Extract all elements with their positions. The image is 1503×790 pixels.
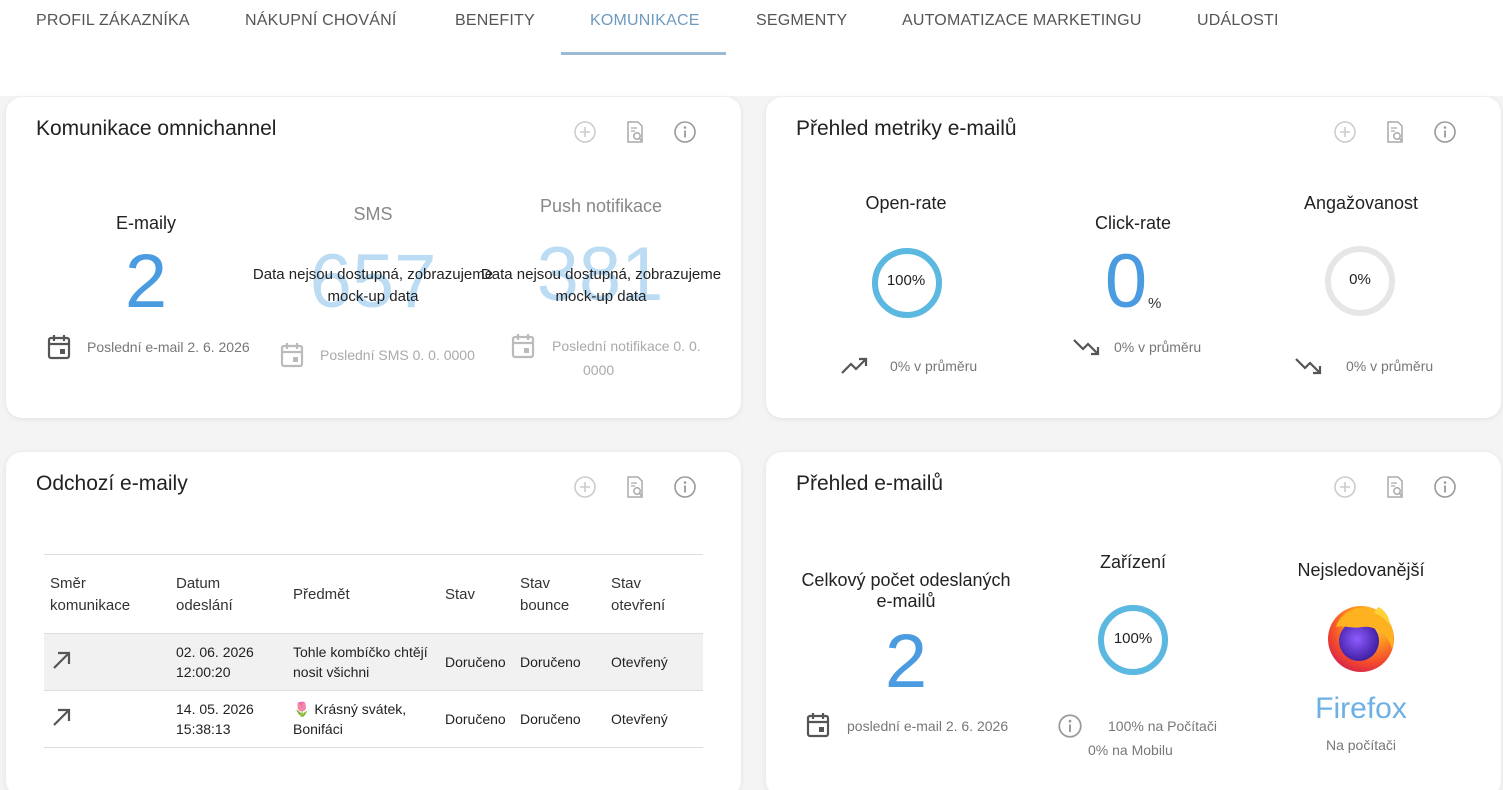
column-header-date[interactable]: Datum odeslání [170, 554, 287, 634]
push-label: Push notifikace [539, 196, 663, 216]
info-icon[interactable] [672, 474, 698, 500]
opened-cell: Otevřený [605, 633, 703, 691]
document-search-icon[interactable] [1382, 474, 1408, 500]
document-search-icon[interactable] [622, 119, 648, 145]
last-email-date: poslední e-mail 2. 6. 2026 [847, 718, 1009, 734]
calendar-icon [805, 711, 831, 739]
engagement-label: Angažovanost [1303, 193, 1419, 213]
info-icon[interactable] [672, 119, 698, 145]
sent-date: 14. 05. 2026 [176, 701, 254, 717]
engagement-trend: 0% v průměru [1346, 358, 1434, 374]
tabs-spacer [0, 56, 1503, 96]
mobile-share: 0% na Mobilu [1088, 742, 1173, 758]
click-rate-value: 0 [1104, 239, 1148, 324]
card-title: Přehled metriky e-mailů [796, 117, 1017, 140]
outgoing-arrow-icon [50, 648, 74, 672]
card-title: Přehled e-mailů [796, 472, 944, 495]
column-header-subject[interactable]: Předmět [287, 554, 439, 634]
sent-time: 15:38:13 [176, 721, 231, 737]
info-icon[interactable] [1432, 119, 1458, 145]
calendar-icon [279, 341, 305, 369]
top-browser-platform: Na počítači [1325, 737, 1397, 753]
status-cell: Doručeno [439, 633, 514, 691]
engagement-value: 0% [1349, 271, 1371, 288]
card-actions [572, 474, 698, 500]
bounce-cell: Doručeno [514, 633, 605, 691]
last-sms-date: Poslední SMS 0. 0. 0000 [320, 347, 475, 363]
sent-time: 12:00:20 [176, 664, 231, 680]
outgoing-emails-card: Odchozí e-maily Směr komunikace Datum odes… [6, 452, 741, 790]
column-header-opened[interactable]: Stav otevření [605, 554, 703, 634]
add-icon[interactable] [572, 119, 598, 145]
emails-count: 2 [124, 239, 168, 324]
add-icon[interactable] [1332, 474, 1358, 500]
column-header-status[interactable]: Stav [439, 554, 514, 634]
subject: 🌷 Krásný svátek, [293, 701, 407, 717]
calendar-icon [46, 333, 72, 361]
most-tracked-label: Nejsledovanější [1297, 560, 1425, 580]
device-value: 100% [1113, 630, 1153, 647]
subject: Tohle kombíčko chtějí [293, 644, 428, 660]
subject-cont: nosit všichni [293, 664, 370, 680]
tab-benefits[interactable]: BENEFITY [455, 0, 535, 56]
add-icon[interactable] [1332, 119, 1358, 145]
click-rate-trend: 0% v průměru [1114, 339, 1202, 355]
table-header-row: Směr komunikace Datum odeslání Předmět Sta… [44, 554, 703, 634]
trend-up-icon [840, 356, 870, 376]
total-sent-count: 2 [884, 619, 928, 704]
click-rate-label: Click-rate [1094, 213, 1171, 233]
open-rate-label: Open-rate [865, 193, 947, 213]
outgoing-emails-table: Směr komunikace Datum odeslání Předmět Sta… [44, 554, 703, 748]
last-email-date: Poslední e-mail 2. 6. 2026 [87, 339, 250, 355]
email-metrics-card: Přehled metriky e-mailů Open-rate 100% 0… [766, 97, 1501, 418]
emails-label: E-maily [115, 213, 176, 233]
open-rate-value: 100% [886, 272, 926, 289]
subject-cont: Bonifáci [293, 721, 343, 737]
click-rate-unit: % [1148, 295, 1162, 312]
sms-label: SMS [353, 204, 393, 224]
card-actions [572, 119, 698, 145]
info-icon[interactable] [1432, 474, 1458, 500]
bounce-cell: Doručeno [514, 690, 605, 748]
tab-segments[interactable]: SEGMENTY [756, 0, 847, 56]
firefox-logo-icon [1328, 606, 1394, 672]
tab-purchase-behavior[interactable]: NÁKUPNÍ CHOVÁNÍ [245, 0, 396, 56]
card-actions [1332, 119, 1458, 145]
table-row[interactable]: 02. 06. 2026 12:00:20 Tohle kombíčko chtě… [44, 633, 703, 691]
document-search-icon[interactable] [1382, 119, 1408, 145]
active-tab-indicator [561, 52, 726, 55]
add-icon[interactable] [572, 474, 598, 500]
card-title: Komunikace omnichannel [36, 117, 277, 140]
top-browser-name: Firefox [1315, 692, 1407, 725]
email-overview-card: Přehled e-mailů Celkový počet odeslaných… [766, 452, 1501, 790]
opened-cell: Otevřený [605, 690, 703, 748]
sms-mockup-notice: Data nejsou dostupná, zobrazujeme mock-u… [252, 266, 494, 305]
card-title: Odchozí e-maily [36, 472, 188, 495]
info-icon[interactable] [1056, 712, 1084, 740]
last-push-date-line1: Poslední notifikace 0. 0. [552, 338, 701, 354]
trend-down-icon [1294, 356, 1324, 376]
tab-marketing-automation[interactable]: AUTOMATIZACE MARKETINGU [902, 0, 1142, 56]
column-header-bounce[interactable]: Stav bounce [514, 554, 605, 634]
tab-events[interactable]: UDÁLOSTI [1197, 0, 1279, 56]
column-header-direction[interactable]: Směr komunikace [44, 554, 170, 634]
omnichannel-card: Komunikace omnichannel E-maily 2 Posledn… [6, 97, 741, 418]
total-sent-label: Celkový počet odeslaných e-mailů [801, 570, 1011, 611]
tab-bar: PROFIL ZÁKAZNÍKA NÁKUPNÍ CHOVÁNÍ BENEFIT… [0, 0, 1503, 56]
table-row[interactable]: 14. 05. 2026 15:38:13 🌷 Krásný svátek, Bon… [44, 690, 703, 748]
trend-down-icon [1072, 337, 1102, 357]
document-search-icon[interactable] [622, 474, 648, 500]
last-push-date-line2: 0000 [583, 362, 615, 378]
card-actions [1332, 474, 1458, 500]
tab-customer-profile[interactable]: PROFIL ZÁKAZNÍKA [36, 0, 190, 56]
outgoing-arrow-icon [50, 705, 74, 729]
sent-date: 02. 06. 2026 [176, 644, 254, 660]
tab-communication[interactable]: KOMUNIKACE [590, 0, 700, 56]
device-label: Zařízení [1099, 552, 1167, 572]
status-cell: Doručeno [439, 690, 514, 748]
open-rate-trend: 0% v průměru [890, 358, 978, 374]
calendar-icon [510, 332, 536, 360]
desktop-share: 100% na Počítači [1108, 718, 1217, 734]
push-mockup-notice: Data nejsou dostupná, zobrazujeme mock-u… [480, 266, 722, 305]
